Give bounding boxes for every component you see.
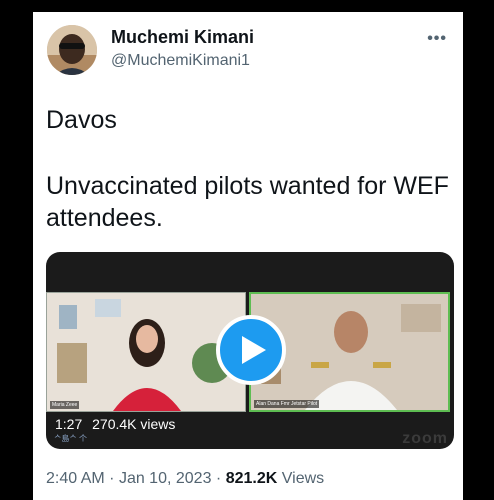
speaker-caption-left: Maria Zeee (50, 401, 80, 409)
video-player[interactable]: Maria Zeee Alan Dana Fmr Jetstar Pilot 1… (46, 252, 454, 449)
play-icon[interactable] (216, 315, 286, 385)
views-label: Views (281, 470, 325, 487)
tweet-time[interactable]: 2:40 AM (46, 470, 105, 487)
avatar[interactable] (47, 25, 97, 75)
meta-separator: · (109, 470, 115, 487)
more-horizontal-icon[interactable]: ••• (427, 30, 447, 48)
tweet-meta: 2:40 AM · Jan 10, 2023 · 821.2K Views (46, 470, 324, 488)
speaker-caption-right: Alan Dana Fmr Jetstar Pilot (254, 400, 320, 408)
video-duration: 1:27 (55, 416, 83, 432)
video-stats: 1:27 270.4K views (51, 414, 185, 434)
author-handle[interactable]: @MuchemiKimani1 (111, 52, 250, 70)
tweet-date[interactable]: Jan 10, 2023 (119, 470, 212, 487)
views-count: 821.2K (225, 470, 278, 487)
author-name[interactable]: Muchemi Kimani (111, 27, 254, 48)
video-watermark: ᄉ島ᄉ 个 (54, 434, 87, 443)
video-views: 270.4K views (92, 416, 176, 432)
meta-separator: · (215, 470, 222, 487)
tweet-text-line-2: Unvaccinated pilots wanted for WEF atten… (46, 172, 449, 232)
tweet-card: Muchemi Kimani @MuchemiKimani1 ••• Davos… (33, 12, 463, 500)
zoom-watermark: zoom (402, 430, 448, 447)
tweet-text-line-1: Davos (46, 106, 117, 134)
